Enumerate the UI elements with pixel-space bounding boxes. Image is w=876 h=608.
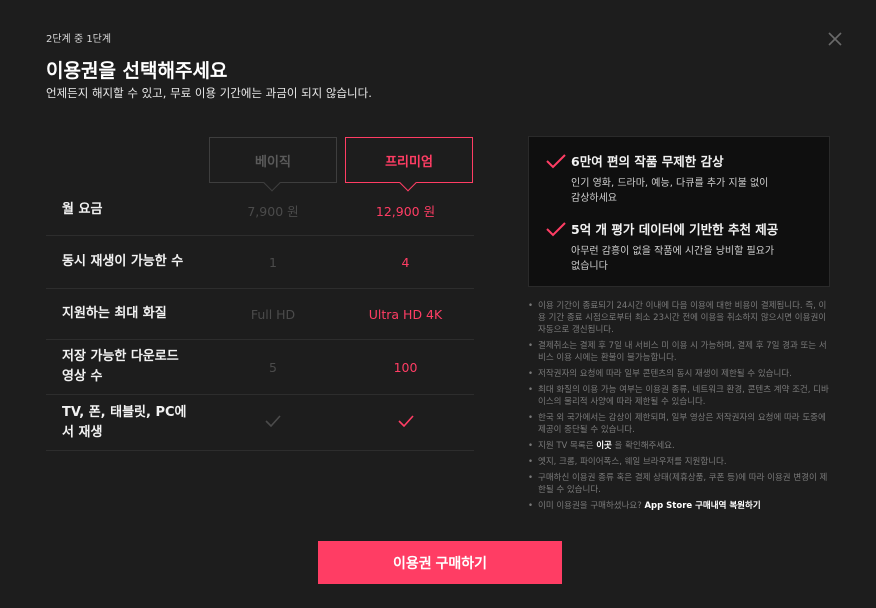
basic-value: 5 <box>269 359 277 375</box>
notice-text: 지원 TV 목록은 <box>538 441 597 451</box>
row-label: 동시 재생이 가능한 수 <box>62 254 184 269</box>
notice-item: 구매하신 이용권 종류 혹은 결제 상태(제휴상품, 쿠폰 등)에 따라 이용권… <box>528 472 834 496</box>
notice-list: 이용 기간이 종료되기 24시간 이내에 다음 이용에 대한 비용이 결제됩니다… <box>528 300 834 516</box>
premium-value: Ultra HD 4K <box>368 306 443 322</box>
premium-value: 4 <box>401 254 410 270</box>
premium-value <box>337 415 474 430</box>
page-subtitle: 언제든지 해지할 수 있고, 무료 이용 기간에는 과금이 되지 않습니다. <box>46 86 372 100</box>
notice-item: 최대 화질의 이용 가능 여부는 이용권 종류, 네트워크 환경, 콘텐츠 계약… <box>528 384 834 408</box>
row-label: 지원하는 최대 화질 <box>62 306 167 321</box>
restore-purchase-link[interactable]: App Store 구매내역 복원하기 <box>644 501 760 511</box>
premium-value: 100 <box>393 359 418 375</box>
feature-title: 6만여 편의 작품 무제한 감상 <box>571 154 724 169</box>
page-title: 이용권을 선택해주세요 <box>46 60 228 82</box>
table-row-price: 월 요금 7,900 원 12,900 원 <box>46 185 474 235</box>
notice-item: 저작권자의 요청에 따라 일부 콘텐츠의 동시 재생이 제한될 수 있습니다. <box>528 368 834 380</box>
close-icon[interactable] <box>826 30 844 48</box>
notice-item: 엣지, 크롬, 파이어폭스, 웨일 브라우저를 지원합니다. <box>528 456 834 468</box>
row-label: TV, 폰, 태블릿, PC에 서 재생 <box>62 404 187 440</box>
notice-item: 이용 기간이 종료되기 24시간 이내에 다음 이용에 대한 비용이 결제됩니다… <box>528 300 834 336</box>
feature-desc: 아무런 감흥이 없을 작품에 시간을 낭비할 필요가 없습니다 <box>571 246 775 272</box>
plan-premium-tab[interactable]: 프리미엄 <box>345 137 473 192</box>
basic-value: 1 <box>269 254 277 270</box>
feature-item: 6만여 편의 작품 무제한 감상 인기 영화, 드라마, 예능, 다큐를 추가 … <box>545 151 813 206</box>
premium-features-panel: 6만여 편의 작품 무제한 감상 인기 영화, 드라마, 예능, 다큐를 추가 … <box>528 136 830 287</box>
notice-text: 이미 이용권을 구매하셨나요? <box>538 501 645 511</box>
check-icon <box>546 222 566 237</box>
premium-value: 12,900 원 <box>375 203 436 219</box>
table-row-quality: 지원하는 최대 화질 Full HD Ultra HD 4K <box>46 288 474 339</box>
check-icon <box>265 415 281 427</box>
check-icon <box>546 154 566 169</box>
check-icon <box>397 415 414 427</box>
feature-title: 5억 개 평가 데이터에 기반한 추천 제공 <box>571 222 779 237</box>
row-label: 월 요금 <box>62 202 103 217</box>
feature-item: 5억 개 평가 데이터에 기반한 추천 제공 아무런 감흥이 없을 작품에 시간… <box>545 219 813 274</box>
row-label: 저장 가능한 다운로드 영상 수 <box>62 349 179 384</box>
plan-basic-tab[interactable]: 베이직 <box>209 137 337 192</box>
notice-item-tv: 지원 TV 목록은 이곳 을 확인해주세요. <box>528 440 834 452</box>
plan-basic-label: 베이직 <box>255 154 291 170</box>
tv-list-link[interactable]: 이곳 <box>596 441 612 451</box>
notice-item: 한국 외 국가에서는 감상이 제한되며, 일부 영상은 저작권자의 요청에 따라… <box>528 412 834 436</box>
basic-value <box>209 415 337 430</box>
table-row-devices: TV, 폰, 태블릿, PC에 서 재생 <box>46 394 474 451</box>
basic-value: 7,900 원 <box>247 203 299 219</box>
basic-value: Full HD <box>250 306 296 322</box>
table-row-streams: 동시 재생이 가능한 수 1 4 <box>46 235 474 288</box>
table-row-downloads: 저장 가능한 다운로드 영상 수 5 100 <box>46 339 474 394</box>
plan-premium-label: 프리미엄 <box>385 154 433 170</box>
notice-item: 결제취소는 결제 후 7일 내 서비스 미 이용 시 가능하며, 결제 후 7일… <box>528 340 834 364</box>
plan-comparison-table: 월 요금 7,900 원 12,900 원 동시 재생이 가능한 수 1 4 지… <box>46 185 474 451</box>
step-indicator: 2단계 중 1단계 <box>46 34 112 45</box>
feature-desc: 인기 영화, 드라마, 예능, 다큐를 추가 지불 없이 감상하세요 <box>571 178 769 204</box>
notice-item-restore: 이미 이용권을 구매하셨나요? App Store 구매내역 복원하기 <box>528 500 834 512</box>
notice-text: 을 확인해주세요. <box>611 441 675 451</box>
buy-pass-button[interactable]: 이용권 구매하기 <box>318 541 562 584</box>
